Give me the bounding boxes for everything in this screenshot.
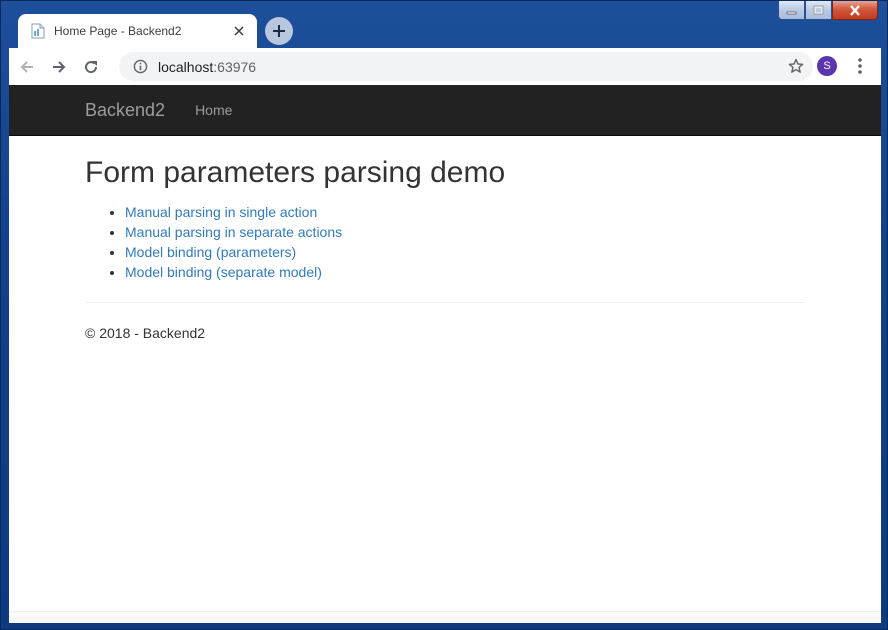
- window-controls: [778, 1, 878, 21]
- close-icon: [850, 4, 860, 16]
- url-text: localhost:63976: [158, 59, 256, 75]
- forward-button[interactable]: [45, 53, 73, 81]
- tab-close-button[interactable]: [231, 23, 247, 39]
- info-icon[interactable]: [132, 59, 148, 75]
- back-arrow-icon: [20, 60, 33, 73]
- profile-avatar[interactable]: S: [817, 56, 837, 76]
- new-tab-button[interactable]: [265, 17, 293, 45]
- main-content: Form parameters parsing demo Manual pars…: [9, 136, 881, 341]
- close-window-button[interactable]: [832, 1, 878, 20]
- browser-toolbar: localhost:63976 S: [9, 48, 881, 85]
- address-bar[interactable]: localhost:63976: [119, 52, 813, 81]
- tab-home-page[interactable]: Home Page - Backend2: [18, 14, 257, 48]
- plus-icon: [273, 25, 285, 37]
- nav-item-home[interactable]: Home: [195, 102, 232, 118]
- forward-arrow-icon: [53, 60, 66, 73]
- url-host: localhost: [158, 58, 214, 75]
- page-footer: © 2018 - Backend2: [85, 325, 206, 341]
- page-viewport: Backend2 Home Form parameters parsing de…: [9, 85, 881, 623]
- tab-title: Home Page - Backend2: [54, 24, 182, 38]
- maximize-icon: [813, 5, 824, 15]
- list-item: Model binding (separate model): [125, 262, 881, 282]
- minimize-icon: [786, 11, 797, 15]
- back-button[interactable]: [13, 53, 41, 81]
- navbar-brand[interactable]: Backend2: [85, 100, 165, 121]
- list-item: Manual parsing in separate actions: [125, 222, 881, 242]
- link-manual-single-action[interactable]: Manual parsing in single action: [125, 204, 317, 220]
- maximize-button[interactable]: [805, 1, 832, 20]
- kebab-menu-icon[interactable]: [852, 57, 868, 75]
- link-model-binding-parameters[interactable]: Model binding (parameters): [125, 244, 296, 260]
- divider: [85, 302, 805, 303]
- list-item: Manual parsing in single action: [125, 202, 881, 222]
- close-icon: [234, 26, 244, 36]
- link-manual-separate-actions[interactable]: Manual parsing in separate actions: [125, 224, 342, 240]
- page-title: Form parameters parsing demo: [85, 156, 506, 189]
- browser-window: Home Page - Backend2 localhost:63976 S B…: [0, 0, 888, 630]
- bookmark-star-icon[interactable]: [788, 58, 804, 74]
- link-model-binding-separate-model[interactable]: Model binding (separate model): [125, 264, 322, 280]
- minimize-button[interactable]: [778, 1, 805, 20]
- page-bottom-edge: [9, 611, 881, 623]
- url-port: :63976: [213, 58, 257, 75]
- site-navbar: Backend2 Home: [9, 85, 881, 136]
- list-item: Model binding (parameters): [125, 242, 881, 262]
- page-icon: [30, 23, 46, 39]
- demo-link-list: Manual parsing in single action Manual p…: [125, 202, 881, 282]
- reload-button[interactable]: [77, 53, 105, 81]
- reload-icon: [85, 60, 98, 73]
